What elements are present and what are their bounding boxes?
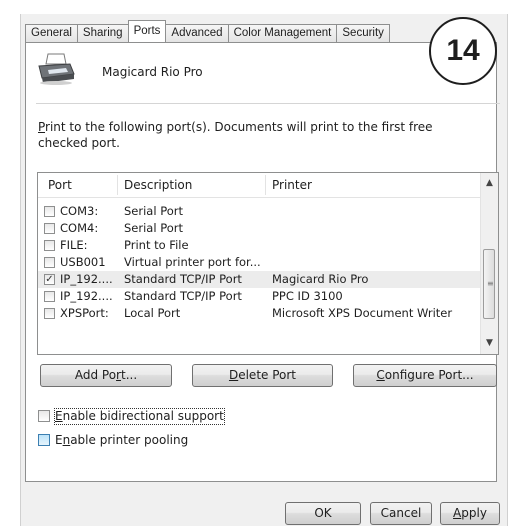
delete-port-label: elete Port [238,368,297,382]
printer-pooling-checkbox[interactable] [38,434,50,446]
column-header-printer[interactable]: Printer [272,178,312,192]
port-checkbox[interactable] [44,223,55,234]
port-description: Local Port [124,306,181,320]
apply-label: pply [461,506,487,520]
pooling-label-text: able printer pooling [70,433,189,447]
column-header-port[interactable]: Port [48,178,72,192]
ports-instruction: Print to the following port(s). Document… [38,119,478,151]
port-name: FILE: [60,238,88,252]
tab-strip: General Sharing Ports Advanced Color Man… [25,20,390,42]
port-name: USB001 [60,255,106,269]
ports-list-scrollbar[interactable]: ▲ ≡ ▼ [480,173,498,354]
scrollbar-thumb[interactable]: ≡ [483,249,495,319]
add-port-label-end: t... [120,368,138,382]
scroll-down-arrow-icon[interactable]: ▼ [481,335,498,352]
port-checkbox[interactable] [44,240,55,251]
delete-port-button[interactable]: Delete Port [192,364,333,387]
port-checkbox[interactable] [44,291,55,302]
add-port-label: Add Po [74,368,117,382]
port-name: COM4: [60,221,99,235]
tab-ports[interactable]: Ports [127,20,167,42]
port-row[interactable]: COM3: Serial Port [38,203,480,220]
ports-list-header: Port Description Printer [38,173,480,198]
tab-general[interactable]: General [25,24,78,42]
tab-color-management[interactable]: Color Management [227,24,338,42]
port-checkbox[interactable] [44,308,55,319]
port-description: Virtual printer port for... [124,255,261,269]
port-row[interactable]: IP_192.... Standard TCP/IP Port PPC ID 310… [38,288,480,305]
port-checkbox[interactable] [44,257,55,268]
port-row[interactable]: ✓ IP_192.... Standard TCP/IP Port Magicard … [38,271,480,288]
port-description: Standard TCP/IP Port [124,289,242,303]
printer-name: Magicard Rio Pro [102,65,203,79]
add-port-button[interactable]: Add Port... [40,364,172,387]
column-divider[interactable] [265,175,266,195]
port-name: COM3: [60,204,99,218]
port-row[interactable]: XPSPort: Local Port Microsoft XPS Document… [38,305,480,322]
port-description: Print to File [124,238,189,252]
port-description: Serial Port [124,221,183,235]
bidirectional-label-text: nable bidirectional support [62,409,224,423]
port-checkbox[interactable]: ✓ [44,274,55,285]
ports-list[interactable]: Port Description Printer COM3: Serial Por… [37,172,499,355]
bidirectional-support-checkbox[interactable] [38,410,50,422]
port-description: Serial Port [124,204,183,218]
port-checkbox[interactable] [44,206,55,217]
port-printer: Magicard Rio Pro [272,272,369,286]
instruction-access-key: P [38,120,46,134]
apply-button[interactable]: Apply [440,502,500,525]
bidirectional-support-label: Enable bidirectional support [54,408,225,425]
port-row[interactable]: FILE: Print to File [38,237,480,254]
configure-port-label: onfigure Port... [384,368,474,382]
cancel-button[interactable]: Cancel [370,502,432,525]
printer-icon [38,53,75,85]
column-divider[interactable] [117,175,118,195]
bidirectional-access-key: E [55,409,63,423]
port-printer: PPC ID 3100 [272,289,343,303]
printer-pooling-label: Enable printer pooling [55,433,188,448]
port-printer: Microsoft XPS Document Writer [272,306,453,320]
port-row[interactable]: COM4: Serial Port [38,220,480,237]
tab-sharing[interactable]: Sharing [76,24,129,42]
divider [36,103,500,104]
port-name: XPSPort: [60,306,109,320]
delete-port-access-key: D [228,368,239,382]
tab-advanced[interactable]: Advanced [165,24,229,42]
pooling-label-start: E [55,433,63,447]
step-number-badge: 14 [429,17,497,85]
ok-button[interactable]: OK [285,502,361,525]
scroll-up-arrow-icon[interactable]: ▲ [481,175,498,192]
port-name: IP_192.... [60,272,113,286]
instruction-text: rint to the following port(s). Documents… [38,120,433,150]
configure-port-access-key: C [376,368,385,382]
port-description: Standard TCP/IP Port [124,272,242,286]
configure-port-button[interactable]: Configure Port... [353,364,497,387]
thumb-grip: ≡ [487,279,494,288]
port-name: IP_192.... [60,289,113,303]
port-row[interactable]: USB001 Virtual printer port for... [38,254,480,271]
tab-security[interactable]: Security [336,24,390,42]
column-header-description[interactable]: Description [124,178,192,192]
